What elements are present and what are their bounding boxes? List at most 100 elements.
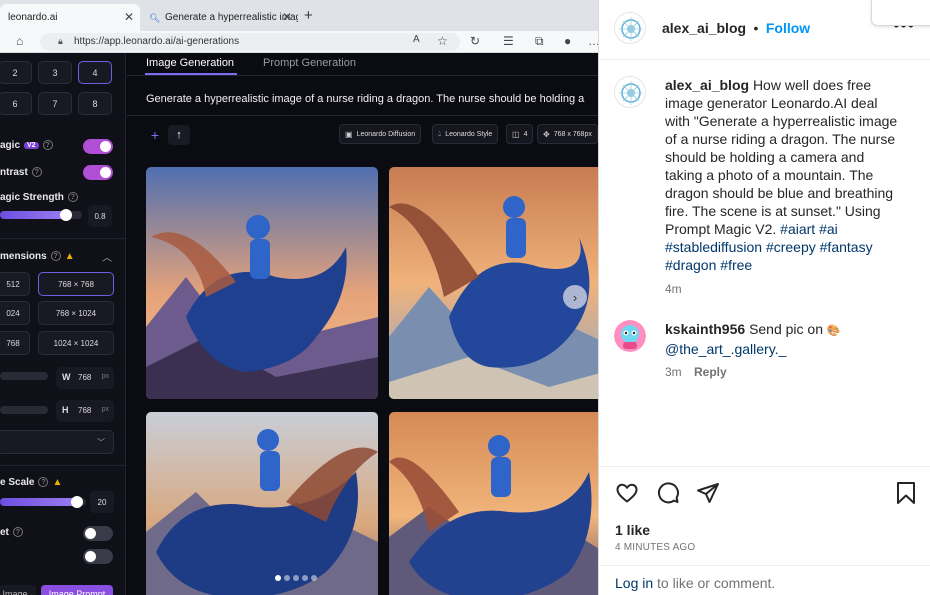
carousel-dot[interactable]	[311, 575, 317, 581]
more-icon[interactable]: …	[588, 34, 598, 48]
generated-image-4[interactable]	[389, 412, 598, 595]
aspect-ratio-dropdown[interactable]: ﹀	[0, 430, 114, 454]
dimension-1024x1024[interactable]: 1024 × 1024	[38, 331, 114, 355]
slider-thumb[interactable]	[71, 496, 84, 508]
model-chip[interactable]: ▣ Leonardo Diffusion	[339, 124, 422, 144]
username-link[interactable]: alex_ai_blog	[662, 20, 746, 36]
read-aloud-icon[interactable]: A	[413, 34, 420, 45]
carousel-dot[interactable]	[302, 575, 308, 581]
generated-image-2[interactable]: ›	[389, 167, 598, 399]
slider-fill	[0, 211, 66, 219]
url-field[interactable]: 🔒︎ https://app.leonardo.ai/ai-generation…	[40, 33, 460, 51]
size-chip[interactable]: ✥ 768 x 768px	[537, 124, 598, 144]
tab-label: Generate a hyperrealistic image	[165, 12, 298, 23]
width-input[interactable]: W 768 px	[56, 367, 114, 389]
chip-label: 4	[523, 130, 528, 138]
hashtag[interactable]: #free	[720, 257, 752, 273]
caption-timestamp[interactable]: 4m	[665, 282, 682, 296]
avatar[interactable]	[614, 12, 646, 44]
login-link[interactable]: Log in	[615, 575, 653, 591]
share-icon[interactable]	[696, 481, 720, 505]
hashtag[interactable]: #aiart	[780, 221, 815, 237]
carousel-next-button[interactable]: ›	[563, 285, 587, 309]
style-chip[interactable]: 💧︎ Leonardo Style	[432, 124, 499, 144]
hashtag[interactable]: #creepy	[766, 239, 816, 255]
tiling-toggle[interactable]	[83, 526, 113, 541]
dimension-768x1024[interactable]: 768 × 1024	[38, 301, 114, 325]
comment-icon[interactable]	[656, 481, 680, 505]
posted-time[interactable]: 4 MINUTES AGO	[615, 542, 695, 553]
carousel-dot[interactable]	[275, 575, 281, 581]
hashtag[interactable]: #ai	[819, 221, 838, 237]
bookmark-icon[interactable]	[895, 481, 917, 505]
guidance-scale-value[interactable]: 20	[90, 491, 114, 513]
help-icon[interactable]: ?	[12, 527, 23, 538]
num-images-2[interactable]: 2	[0, 61, 32, 84]
num-images-8[interactable]: 8	[78, 92, 112, 115]
lock-icon: 🔒︎	[58, 36, 63, 46]
comment-username[interactable]: kskainth956	[665, 321, 745, 337]
refresh-icon[interactable]: ↻	[470, 34, 480, 48]
help-icon[interactable]: ?	[67, 192, 78, 203]
image-tab-button[interactable]: Image	[0, 585, 36, 595]
generated-image-3[interactable]	[146, 412, 378, 595]
prompt-magic-toggle[interactable]	[83, 139, 113, 154]
num-images-6[interactable]: 6	[0, 92, 32, 115]
collections-icon[interactable]: ⧉	[535, 34, 544, 49]
comment-timestamp[interactable]: 3m	[665, 365, 682, 379]
heart-icon[interactable]	[615, 481, 639, 505]
comment-mention[interactable]: @the_art_.gallery._	[665, 341, 786, 357]
help-icon[interactable]: ?	[50, 251, 61, 262]
width-slider[interactable]	[0, 372, 48, 380]
generated-image-1[interactable]	[146, 167, 378, 399]
slider-thumb[interactable]	[59, 209, 72, 221]
home-icon[interactable]: ⌂	[16, 34, 23, 48]
high-contrast-toggle[interactable]	[83, 165, 113, 180]
likes-count[interactable]: 1 like	[615, 522, 650, 538]
dimension-x1024[interactable]: 024	[0, 301, 30, 325]
magic-strength-value[interactable]: 0.8	[88, 205, 112, 227]
reply-button[interactable]: Reply	[694, 365, 727, 379]
count-chip[interactable]: ◫ 4	[506, 124, 534, 144]
upload-icon[interactable]: ↑	[168, 125, 190, 145]
carousel-dot[interactable]	[293, 575, 299, 581]
profile-icon[interactable]: ●	[564, 34, 571, 48]
commenter-avatar[interactable]	[614, 320, 646, 352]
add-icon[interactable]: +	[144, 125, 166, 145]
num-images-7[interactable]: 7	[38, 92, 72, 115]
num-images-4[interactable]: 4	[78, 61, 112, 84]
hashtag[interactable]: #stablediffusion	[665, 239, 762, 255]
chevron-up-icon[interactable]: ︿	[102, 249, 112, 264]
dimension-768x768[interactable]: 768 × 768	[38, 272, 114, 296]
num-images-3[interactable]: 3	[38, 61, 72, 84]
option-toggle[interactable]	[83, 549, 113, 564]
favorites-icon[interactable]: ☰	[503, 34, 514, 48]
divider	[0, 465, 126, 466]
height-slider[interactable]	[0, 406, 48, 414]
follow-button[interactable]: Follow	[766, 20, 810, 36]
help-icon[interactable]: ?	[42, 140, 53, 151]
magic-strength-slider[interactable]	[0, 209, 82, 221]
guidance-scale-slider[interactable]	[0, 496, 86, 508]
dimension-x768[interactable]: 768	[0, 331, 30, 355]
new-tab-icon[interactable]: +	[304, 7, 313, 24]
tab-prompt-generation[interactable]: Prompt Generation	[263, 57, 356, 69]
favorite-star-icon[interactable]: ☆	[437, 34, 448, 48]
carousel-dot[interactable]	[284, 575, 290, 581]
image-prompt-button[interactable]: Image Prompt	[41, 585, 113, 595]
help-icon[interactable]: ?	[38, 477, 49, 488]
help-icon[interactable]: ?	[31, 167, 42, 178]
close-icon[interactable]: ✕	[124, 10, 134, 24]
height-input[interactable]: H 768 px	[56, 400, 114, 422]
hashtag[interactable]: #dragon	[665, 257, 716, 273]
close-icon[interactable]: ✕	[282, 10, 292, 24]
warning-icon: ▲	[64, 251, 75, 262]
tab-image-generation[interactable]: Image Generation	[146, 57, 234, 69]
browser-tab-leonardo[interactable]: leonardo.ai ✕	[0, 4, 140, 31]
caption-username[interactable]: alex_ai_blog	[665, 77, 749, 93]
hashtag[interactable]: #fantasy	[820, 239, 873, 255]
caption-avatar[interactable]	[614, 76, 646, 108]
browser-tab-search[interactable]: 🔍︎ Generate a hyperrealistic image ✕	[141, 4, 298, 31]
dimension-512[interactable]: 512	[0, 272, 30, 296]
images-icon: ◫	[512, 129, 520, 139]
